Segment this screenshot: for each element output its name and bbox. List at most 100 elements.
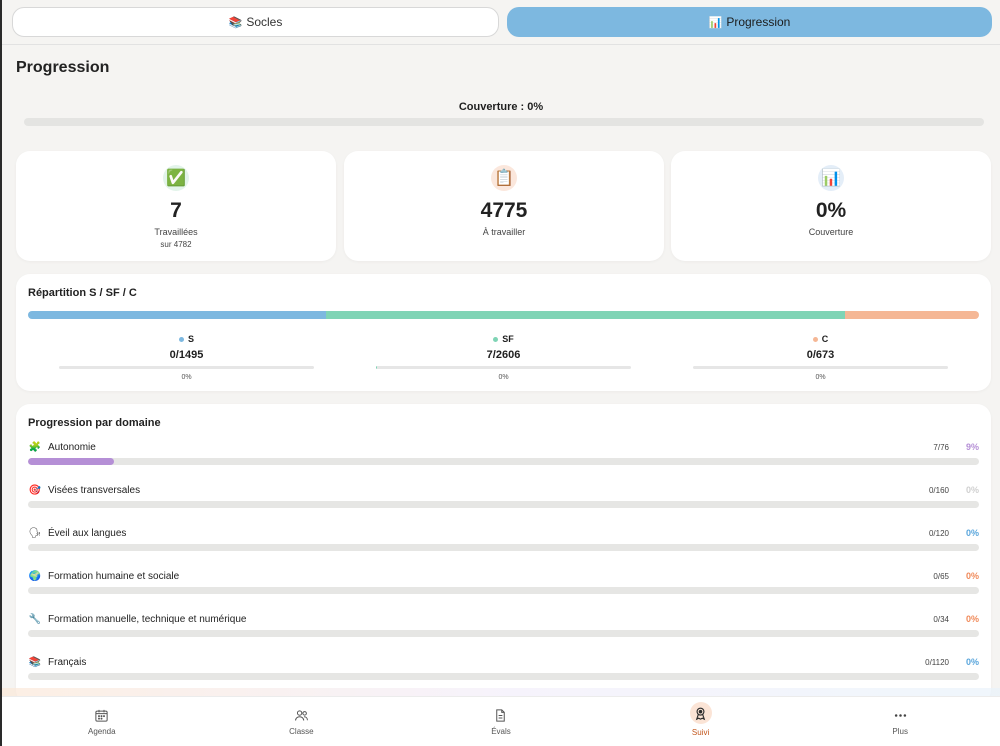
app-frame: 📚 Socles 📊 Progression Progression Couve… [0, 0, 1000, 746]
domain-count: 0/1120 [925, 657, 949, 667]
view-tabs: 📚 Socles 📊 Progression [12, 7, 992, 37]
stat-value: 7 [170, 199, 182, 222]
domain-progress-bar [28, 458, 979, 465]
nav-label: Plus [892, 726, 908, 736]
domain-progress-bar [28, 587, 979, 594]
domain-percent: 0% [965, 485, 979, 495]
domain-count: 0/65 [933, 571, 949, 581]
repartition-item-s: S 0/1495 0% [59, 334, 314, 381]
bar-chart-icon: 📊 [818, 165, 844, 191]
repartition-pct: 0% [815, 374, 826, 381]
nav-item-agenda[interactable]: Agenda [2, 697, 202, 746]
domain-name: Formation humaine et sociale [48, 570, 180, 582]
legend-dot [178, 336, 184, 342]
stack-segment-sf [325, 311, 845, 319]
domain-percent: 0% [965, 657, 979, 667]
coverage-label: Couverture : 0% [458, 101, 544, 113]
tab-label: Progression [726, 15, 791, 29]
repartition-pct: 0% [181, 374, 192, 381]
bottom-navigation: Agenda Classe Évals Suivi Plus [2, 696, 1000, 746]
bar-chart-icon: 📊 [708, 16, 723, 29]
section-title: Répartition S / SF / C [28, 287, 137, 299]
repartition-name: C [821, 334, 829, 344]
domain-count: 0/160 [928, 485, 949, 495]
users-icon [294, 709, 308, 721]
repartition-name: S [187, 334, 194, 344]
domain-count: 0/34 [933, 614, 949, 624]
wrench-icon: 🔧 [28, 613, 42, 625]
repartition-pct: 0% [498, 374, 509, 381]
award-icon [695, 707, 706, 720]
divider [2, 44, 1000, 45]
tab-progression[interactable]: 📊 Progression [507, 7, 992, 37]
nav-label: Classe [289, 726, 314, 736]
books-icon: 📚 [28, 656, 42, 668]
speaking-head-icon: 🗣 [28, 527, 42, 539]
domain-row[interactable]: 🌍 Formation humaine et sociale 0/65 0% [28, 569, 979, 609]
repartition-stacked-bar [28, 311, 979, 319]
nav-label: Évals [491, 726, 511, 736]
tab-socles[interactable]: 📚 Socles [12, 7, 499, 37]
clipboard-icon: 📋 [491, 165, 517, 191]
stat-label: À travailler [482, 227, 526, 237]
repartition-count: 7/2606 [486, 349, 521, 361]
nav-label: Agenda [88, 726, 116, 736]
stat-label: Travaillées [154, 227, 198, 237]
document-icon [496, 708, 506, 722]
legend-dot [493, 336, 499, 342]
domain-name: Visées transversales [48, 484, 141, 496]
domain-count: 0/120 [928, 528, 949, 538]
domain-count: 7/76 [933, 442, 949, 452]
domain-row[interactable]: 🎯 Visées transversales 0/160 0% [28, 483, 979, 523]
repartition-item-sf: SF 7/2606 0% [376, 334, 631, 381]
nav-label: Suivi [691, 728, 710, 737]
domain-name: Autonomie [48, 441, 96, 453]
domain-percent: 0% [965, 528, 979, 538]
domain-progress-card: Progression par domaine 🧩 Autonomie 7/76… [16, 404, 991, 704]
section-title: Progression par domaine [28, 417, 161, 429]
stack-segment-c [844, 311, 979, 319]
nav-item-plus[interactable]: Plus [800, 697, 1000, 746]
domain-percent: 9% [965, 442, 979, 452]
stat-label: Couverture [808, 227, 854, 237]
stat-card-couverture: 📊 0% Couverture [671, 151, 991, 261]
repartition-name: SF [502, 334, 514, 344]
target-icon: 🎯 [28, 484, 42, 496]
repartition-card: Répartition S / SF / C S 0/1495 0% SF 7/… [16, 274, 991, 391]
domain-progress-fill [28, 458, 114, 465]
repartition-progress-bar [693, 366, 948, 369]
more-icon [894, 713, 906, 717]
page-title: Progression [16, 59, 110, 76]
domain-row[interactable]: 🔧 Formation manuelle, technique et numér… [28, 612, 979, 652]
repartition-count: 0/673 [806, 349, 835, 361]
nav-item-evals[interactable]: Évals [401, 697, 601, 746]
domain-name: Français [48, 656, 87, 668]
domain-progress-bar [28, 501, 979, 508]
repartition-count: 0/1495 [169, 349, 204, 361]
nav-item-classe[interactable]: Classe [202, 697, 402, 746]
stat-card-a-travailler: 📋 4775 À travailler [344, 151, 664, 261]
domain-progress-bar [28, 544, 979, 551]
stat-sublabel: sur 4782 [160, 240, 192, 249]
stack-segment-s [28, 311, 326, 319]
domain-percent: 0% [965, 614, 979, 624]
stat-value: 0% [815, 199, 847, 222]
books-icon: 📚 [228, 16, 243, 29]
coverage-progress-bar [24, 118, 984, 126]
nav-item-suivi[interactable]: Suivi [601, 697, 801, 746]
domain-name: Éveil aux langues [48, 527, 127, 539]
globe-icon: 🌍 [28, 570, 42, 582]
domain-progress-bar [28, 673, 979, 680]
puzzle-icon: 🧩 [28, 441, 42, 453]
domain-row[interactable]: 🗣 Éveil aux langues 0/120 0% [28, 526, 979, 566]
calendar-icon [95, 709, 108, 722]
domain-percent: 0% [965, 571, 979, 581]
repartition-progress-bar [59, 366, 314, 369]
repartition-progress-bar [376, 366, 631, 369]
domain-row[interactable]: 🧩 Autonomie 7/76 9% [28, 440, 979, 480]
active-indicator [689, 702, 712, 724]
repartition-item-c: C 0/673 0% [693, 334, 948, 381]
tab-label: Socles [246, 15, 283, 29]
legend-dot [812, 336, 818, 342]
nav-gradient [2, 688, 1000, 696]
